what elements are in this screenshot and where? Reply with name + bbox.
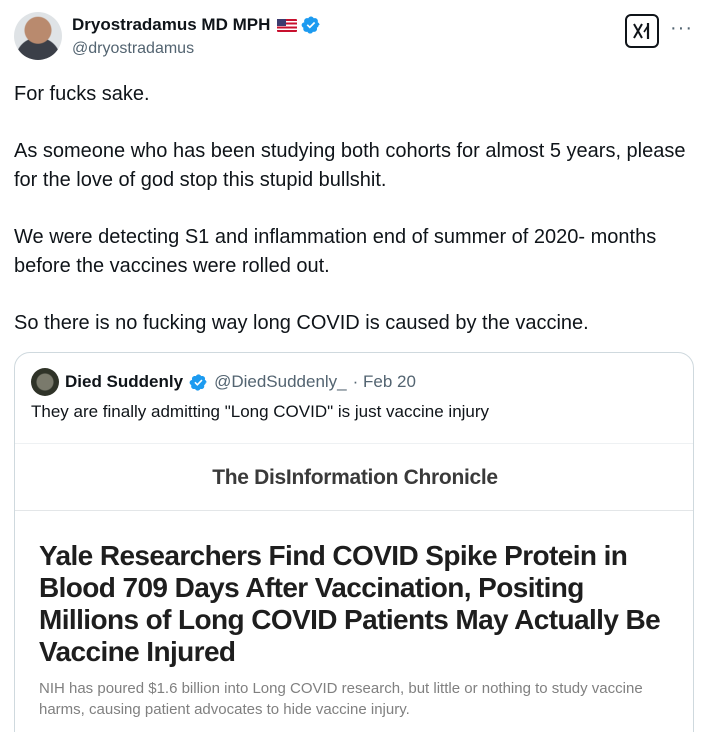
quoted-tweet-text: They are finally admitting "Long COVID" … xyxy=(31,402,490,421)
verified-badge-icon[interactable] xyxy=(301,15,321,35)
publication-name: The DisInformation Chronicle xyxy=(212,466,498,489)
tweet-paragraph: We were detecting S1 and inflammation en… xyxy=(14,226,657,277)
article-divider xyxy=(15,510,693,511)
tweet-paragraph: As someone who has been studying both co… xyxy=(14,140,686,191)
verified-badge-icon[interactable] xyxy=(189,373,208,392)
quoted-tweet-date[interactable]: · Feb 20 xyxy=(353,372,416,392)
tweet-body: For fucks sake. As someone who has been … xyxy=(14,80,694,338)
quoted-author-avatar[interactable] xyxy=(31,368,59,396)
quoted-author-handle[interactable]: @DiedSuddenly_ xyxy=(214,372,347,392)
author-name-row: Dryostradamus MD MPH xyxy=(72,15,321,35)
quoted-tweet-card[interactable]: Died Suddenly @DiedSuddenly_ · Feb 20 Th… xyxy=(14,352,694,732)
quoted-tweet-header: Died Suddenly @DiedSuddenly_ · Feb 20 xyxy=(31,368,416,396)
more-options-icon[interactable]: ··· xyxy=(670,18,693,38)
tweet-paragraph: So there is no fucking way long COVID is… xyxy=(14,312,589,334)
tweet-header: Dryostradamus MD MPH @dryostradamus ··· xyxy=(14,12,705,64)
us-flag-icon xyxy=(277,18,298,32)
grok-icon[interactable] xyxy=(625,14,659,48)
grok-glyph-icon xyxy=(633,23,650,39)
tweet-paragraph: For fucks sake. xyxy=(14,83,150,105)
quoted-author-name[interactable]: Died Suddenly xyxy=(65,372,183,392)
article-screenshot-image[interactable]: The DisInformation Chronicle Yale Resear… xyxy=(15,443,693,732)
author-avatar[interactable] xyxy=(14,12,62,60)
author-display-name[interactable]: Dryostradamus MD MPH xyxy=(72,15,270,35)
article-headline: Yale Researchers Find COVID Spike Protei… xyxy=(39,540,661,667)
author-handle[interactable]: @dryostradamus xyxy=(72,40,194,58)
article-subhead: NIH has poured $1.6 billion into Long CO… xyxy=(39,680,643,718)
